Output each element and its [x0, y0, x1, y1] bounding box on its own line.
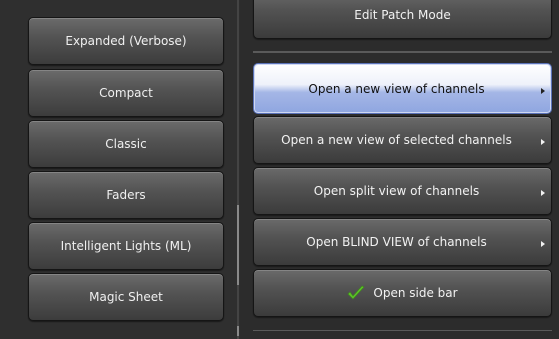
view-compact-button[interactable]: Compact — [28, 69, 224, 117]
submenu-arrow-icon — [541, 87, 545, 94]
view-intelligent-lights-button[interactable]: Intelligent Lights (ML) — [28, 222, 224, 270]
view-classic-button[interactable]: Classic — [28, 120, 224, 168]
panel-scroll-marker — [237, 326, 239, 336]
open-new-view-channels-button[interactable]: Open a new view of channels — [253, 63, 552, 114]
submenu-arrow-icon — [541, 139, 545, 145]
submenu-arrow-icon — [541, 241, 545, 247]
open-side-bar-button[interactable]: Open side bar — [253, 269, 552, 317]
open-side-bar-content: Open side bar — [254, 270, 551, 316]
view-mode-panel: Expanded (Verbose) Compact Classic Fader… — [0, 0, 238, 339]
menu-separator — [253, 51, 552, 53]
edit-patch-mode-button[interactable]: Edit Patch Mode — [253, 0, 552, 39]
panel-divider — [237, 0, 239, 339]
open-new-view-selected-channels-label: Open a new view of selected channels — [281, 133, 512, 147]
menu-bottom-separator — [253, 330, 552, 331]
open-blind-view-channels-label: Open BLIND VIEW of channels — [306, 235, 487, 249]
panel-scroll-thumb[interactable] — [237, 205, 239, 285]
open-split-view-channels-label: Open split view of channels — [313, 184, 480, 198]
open-blind-view-channels-button[interactable]: Open BLIND VIEW of channels — [253, 218, 552, 266]
view-magic-sheet-button[interactable]: Magic Sheet — [28, 273, 224, 321]
channel-view-panel: Edit Patch Mode Open a new view of chann… — [240, 0, 559, 339]
view-expanded-verbose-button[interactable]: Expanded (Verbose) — [28, 17, 224, 65]
edit-patch-mode-label: Edit Patch Mode — [354, 8, 451, 22]
view-faders-button[interactable]: Faders — [28, 171, 224, 219]
open-new-view-channels-label: Open a new view of channels — [308, 81, 485, 96]
checkmark-icon — [347, 285, 365, 300]
open-new-view-selected-channels-button[interactable]: Open a new view of selected channels — [253, 116, 552, 164]
submenu-arrow-icon — [541, 190, 545, 196]
open-split-view-channels-button[interactable]: Open split view of channels — [253, 167, 552, 215]
open-side-bar-label: Open side bar — [373, 286, 458, 300]
